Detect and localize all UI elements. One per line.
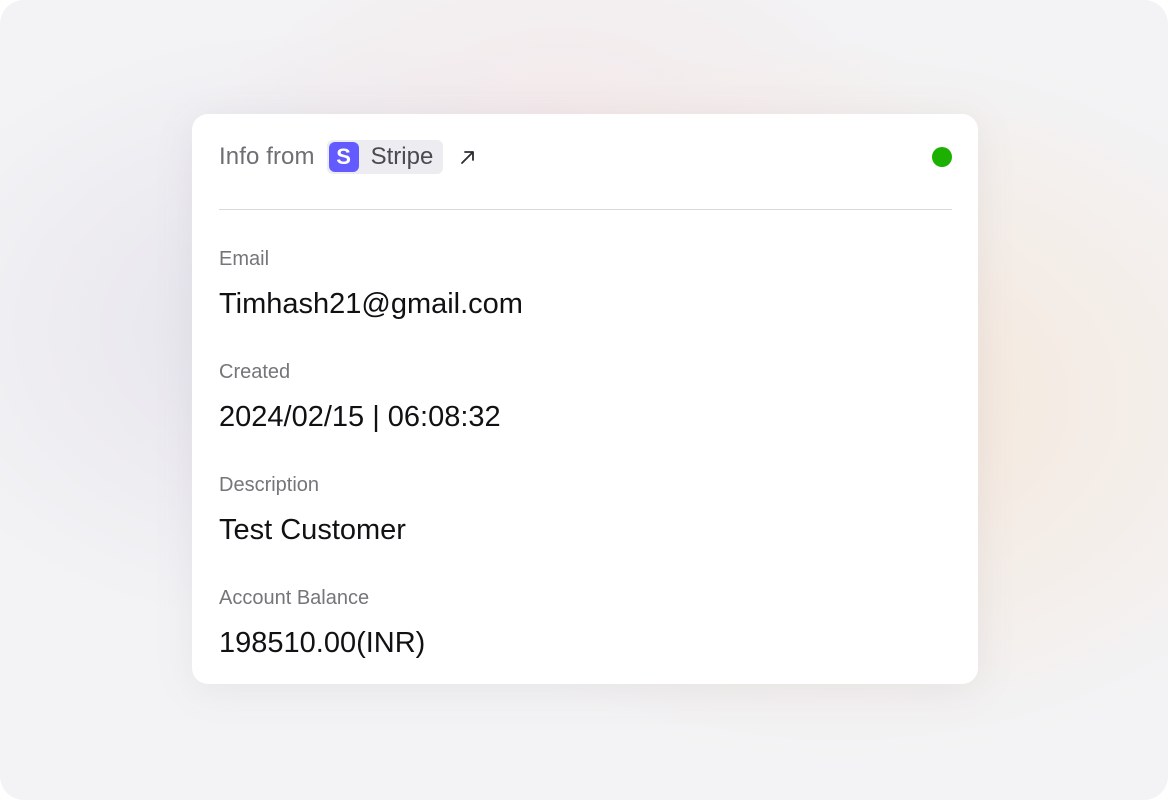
stripe-logo-icon: S <box>328 142 359 172</box>
created-label: Created <box>219 361 291 383</box>
description-field: Description Test Customer <box>219 473 952 547</box>
email-field: Email Timhash21@gmail.com <box>219 247 952 321</box>
status-indicator <box>932 147 952 167</box>
description-value: Test Customer <box>219 514 406 546</box>
description-label: Description <box>219 474 320 496</box>
stripe-source-chip[interactable]: S Stripe <box>326 140 444 174</box>
created-field: Created 2024/02/15 | 06:08:32 <box>219 360 952 434</box>
account-balance-field: Account Balance 198510.00(INR) <box>219 586 952 660</box>
arrow-up-right-icon[interactable] <box>457 146 479 168</box>
info-from-label: Info from <box>219 143 315 170</box>
card-header: Info from S Stripe <box>219 140 952 174</box>
email-value: Timhash21@gmail.com <box>219 288 523 320</box>
background-canvas: Info from S Stripe Email Timhash21@gmail… <box>0 0 1168 800</box>
customer-info-card: Info from S Stripe Email Timhash21@gmail… <box>192 114 978 684</box>
email-label: Email <box>219 248 270 270</box>
source-name: Stripe <box>370 143 434 170</box>
created-value: 2024/02/15 | 06:08:32 <box>219 401 501 433</box>
account-balance-value: 198510.00(INR) <box>219 627 426 659</box>
account-balance-label: Account Balance <box>219 587 370 609</box>
header-divider <box>219 209 952 210</box>
